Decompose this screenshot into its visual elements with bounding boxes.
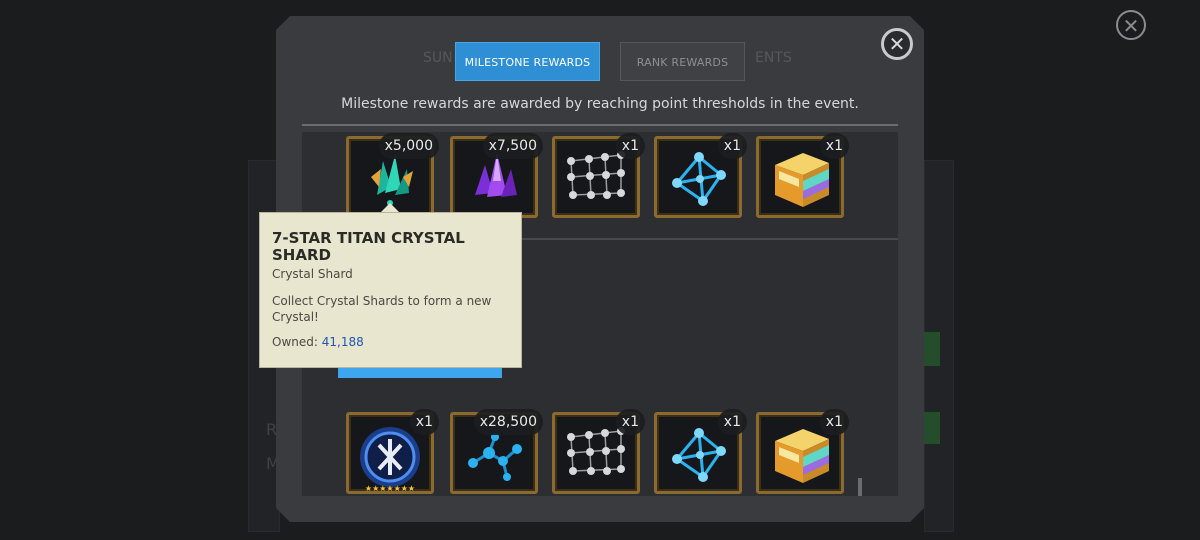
reward-tile-purple-shard[interactable]: x7,500 [450,133,543,218]
svg-text:★★★★★★★: ★★★★★★★ [365,484,415,493]
reward-tile-blue-lattice[interactable]: x1 [654,409,747,494]
quantity-badge: x1 [615,409,645,435]
reward-tile-blue-molecule[interactable]: x28,500 [450,409,543,494]
quantity-badge: x28,500 [473,409,543,435]
scrollbar[interactable] [858,478,862,496]
background-green-button-1 [924,332,940,366]
quantity-badge: x1 [717,409,747,435]
divider [302,124,898,126]
ghost-tab-right: ENTS [755,50,792,66]
reward-tile-rainbow-cube[interactable]: x1 [756,409,849,494]
quantity-badge: x1 [819,133,849,159]
quantity-badge: x1 [819,409,849,435]
tooltip-description: Collect Crystal Shards to form a new Cry… [272,294,492,324]
tooltip-title: 7-STAR TITAN CRYSTAL SHARD [272,229,465,264]
reward-tile-grey-lattice[interactable]: x1 [552,133,645,218]
reward-tile-rainbow-cube[interactable]: x1 [756,133,849,218]
item-tooltip: 7-STAR TITAN CRYSTAL SHARD Crystal Shard… [259,212,522,368]
close-icon[interactable]: ✕ [881,28,913,60]
owned-value: 41,188 [321,335,364,349]
quantity-badge: x5,000 [378,133,439,159]
quantity-badge: x1 [615,133,645,159]
reward-tile-signature-stone[interactable]: ★★★★★★★ x1 [346,409,439,494]
milestone-description: Milestone rewards are awarded by reachin… [341,96,859,112]
quantity-badge: x7,500 [482,133,543,159]
tab-rank-rewards[interactable]: RANK REWARDS [620,42,745,81]
background-close-icon: ✕ [1116,10,1146,40]
quantity-badge: x1 [409,409,439,435]
tooltip-owned: Owned: 41,188 [272,335,509,349]
ghost-tab-left: SUN [423,50,453,66]
star-signature-icon: ★★★★★★★ [360,427,420,493]
background-green-button-2 [924,412,940,444]
tooltip-subtitle: Crystal Shard [272,267,353,281]
reward-tile-grey-lattice[interactable]: x1 [552,409,645,494]
owned-label: Owned: [272,335,318,349]
quantity-badge: x1 [717,133,747,159]
tab-milestone-rewards[interactable]: MILESTONE REWARDS [455,42,600,81]
reward-tile-blue-lattice[interactable]: x1 [654,133,747,218]
